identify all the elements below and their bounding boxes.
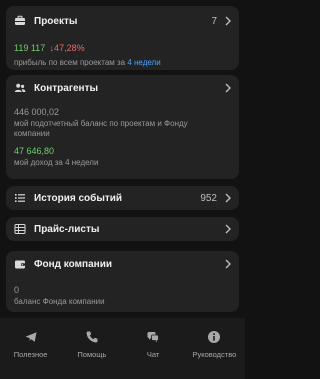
users-icon	[14, 83, 26, 92]
history-count: 952	[200, 192, 217, 204]
tab-help[interactable]: Помощь	[63, 330, 121, 359]
tab-manual-label: Руководство	[192, 350, 237, 359]
contractors-balance-label: мой подотчетный баланс по проектам и Фон…	[14, 119, 188, 138]
contractors-title: Контрагенты	[34, 82, 99, 94]
pricelists-title: Прайс-листы	[34, 223, 100, 235]
tab-manual[interactable]: Руководство	[185, 330, 243, 359]
contractors-income-value: 47 646,80	[14, 146, 55, 156]
contractors-income-label: мой доход за 4 недели	[14, 158, 99, 167]
briefcase-icon	[15, 15, 25, 25]
fund-balance-value: 0	[14, 285, 20, 295]
tab-chat[interactable]: Чат	[124, 330, 182, 359]
fund-title: Фонд компании	[34, 258, 112, 270]
projects-title: Проекты	[34, 15, 78, 27]
tab-useful[interactable]: Полезное	[2, 330, 60, 359]
projects-subtitle: прибыль по всем проектам за	[14, 58, 126, 67]
list-icon	[15, 194, 25, 202]
chevron-right-icon	[225, 16, 231, 26]
projects-count: 7	[211, 15, 217, 27]
phone-icon	[86, 331, 98, 343]
projects-change-percent: 47,28%	[54, 43, 85, 53]
fund-card[interactable]: Фонд компании 0 баланс Фонда компании	[6, 251, 239, 312]
info-icon	[208, 331, 221, 343]
projects-card[interactable]: Проекты 7 119 117 ↓47,28% прибыль по все…	[6, 6, 239, 70]
pricelists-card[interactable]: Прайс-листы	[6, 217, 239, 241]
tab-useful-label: Полезное	[13, 350, 48, 359]
contractors-card[interactable]: Контрагенты 446 000,02 мой подотчетный б…	[6, 75, 239, 179]
chevron-right-icon	[225, 83, 231, 93]
chevron-right-icon	[225, 224, 231, 234]
wallet-icon	[15, 260, 25, 269]
telegram-icon	[25, 332, 37, 342]
chevron-right-icon	[225, 259, 231, 269]
chevron-right-icon	[225, 193, 231, 203]
table-icon	[14, 224, 26, 234]
projects-profit-value: 119 117	[14, 43, 46, 53]
chat-icon	[147, 332, 160, 343]
tab-help-label: Помощь	[77, 350, 107, 359]
fund-balance-label: баланс Фонда компании	[14, 297, 105, 306]
history-title: История событий	[34, 192, 123, 204]
history-card[interactable]: История событий 952	[6, 186, 239, 210]
tab-chat-label: Чат	[146, 350, 160, 359]
contractors-balance-value: 446 000,02	[14, 107, 60, 117]
bottom-tab-bar: Полезное Помощь Чат Руководство	[0, 318, 245, 379]
period-link[interactable]: 4 недели	[127, 58, 160, 67]
